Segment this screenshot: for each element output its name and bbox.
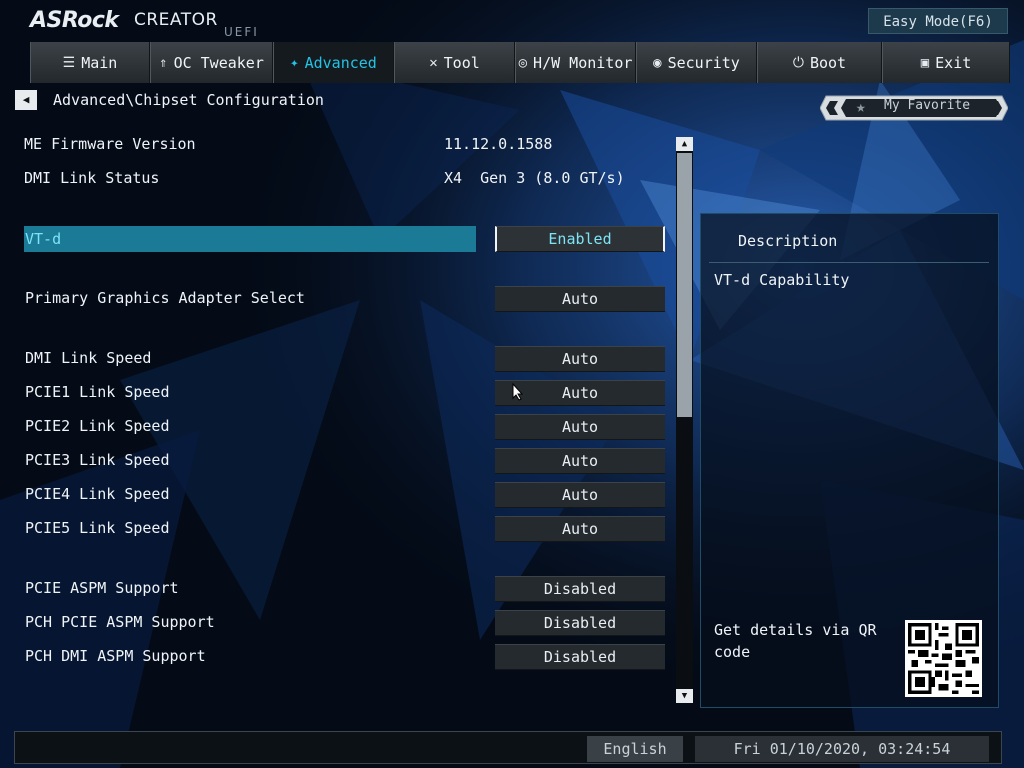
info-value: 11.12.0.1588 xyxy=(444,135,553,153)
setting-label[interactable]: PCH DMI ASPM Support xyxy=(25,647,206,665)
tab-label: Security xyxy=(667,53,740,72)
rocket-icon: ⇑ xyxy=(159,54,168,71)
scrollbar[interactable]: ▲ ▼ xyxy=(676,137,693,703)
exit-icon: ▣ xyxy=(920,54,930,71)
setting-label[interactable]: PCIE1 Link Speed xyxy=(25,383,170,401)
setting-value-button[interactable]: Auto xyxy=(495,516,665,542)
tab-exit[interactable]: ▣ Exit xyxy=(882,42,1010,83)
back-button[interactable]: ◀ xyxy=(15,90,37,110)
setting-value-button[interactable]: Auto xyxy=(495,448,665,474)
tab-advanced[interactable]: ✦ Advanced xyxy=(273,42,394,83)
setting-value-button[interactable]: Disabled xyxy=(495,644,665,670)
mouse-cursor-icon xyxy=(512,383,524,401)
tab-label: Boot xyxy=(809,53,847,72)
tab-boot[interactable]: ⏻ Boot xyxy=(757,42,882,83)
setting-label[interactable]: PCIE2 Link Speed xyxy=(25,417,170,435)
tab-security[interactable]: ◉ Security xyxy=(636,42,757,83)
scroll-up-button[interactable]: ▲ xyxy=(676,137,693,151)
qr-code-image xyxy=(905,620,982,697)
power-icon: ⏻ xyxy=(792,54,804,71)
product-name: CREATOR xyxy=(134,10,218,30)
tab-hw-monitor[interactable]: ◎ H/W Monitor xyxy=(515,42,636,83)
setting-value-button[interactable]: Auto xyxy=(495,346,665,372)
setting-value-button[interactable]: Auto xyxy=(495,414,665,440)
setting-value-button[interactable]: Disabled xyxy=(495,576,665,602)
tab-tool[interactable]: ✕ Tool xyxy=(394,42,515,83)
setting-label[interactable]: PCH PCIE ASPM Support xyxy=(25,613,215,631)
shield-icon: ◉ xyxy=(653,54,662,71)
setting-row-selected[interactable]: VT-d xyxy=(24,226,476,252)
description-text: VT-d Capability xyxy=(714,271,850,289)
qr-code-icon xyxy=(908,623,979,694)
star-icon: ✦ xyxy=(290,54,299,71)
divider xyxy=(709,262,989,263)
caret-down-icon: ▼ xyxy=(681,691,688,701)
firmware-label: UEFI xyxy=(224,25,259,39)
tab-main[interactable]: ☰ Main xyxy=(30,42,150,83)
info-value: X4 Gen 3 (8.0 GT/s) xyxy=(444,169,625,187)
setting-value-button[interactable]: Enabled xyxy=(495,226,665,252)
setting-label[interactable]: PCIE3 Link Speed xyxy=(25,451,170,469)
caret-up-icon: ▲ xyxy=(681,139,688,149)
setting-label[interactable]: PCIE5 Link Speed xyxy=(25,519,170,537)
setting-label[interactable]: PCIE ASPM Support xyxy=(25,579,179,597)
my-favorite-button[interactable]: ★ My Favorite xyxy=(820,93,1008,123)
scroll-down-button[interactable]: ▼ xyxy=(676,689,693,703)
description-panel: Description VT-d Capability Get details … xyxy=(700,213,999,708)
wrench-icon: ✕ xyxy=(429,54,438,71)
tab-label: Advanced xyxy=(304,53,377,72)
info-label: ME Firmware Version xyxy=(24,135,196,153)
tab-label: Tool xyxy=(443,53,480,72)
tab-label: H/W Monitor xyxy=(533,53,633,72)
tab-label: Exit xyxy=(935,53,972,72)
setting-value-button[interactable]: Disabled xyxy=(495,610,665,636)
language-button[interactable]: English xyxy=(587,736,683,762)
info-label: DMI Link Status xyxy=(24,169,160,187)
scrollbar-thumb[interactable] xyxy=(677,153,692,417)
description-title: Description xyxy=(738,232,838,250)
back-arrow-icon: ◀ xyxy=(22,93,30,106)
easy-mode-button[interactable]: Easy Mode(F6) xyxy=(868,8,1008,34)
list-icon: ☰ xyxy=(62,54,76,71)
tab-label: OC Tweaker xyxy=(173,53,264,72)
setting-value-button[interactable]: Auto xyxy=(495,482,665,508)
main-tab-bar: ☰ Main ⇑ OC Tweaker ✦ Advanced ✕ Tool ◎ … xyxy=(30,42,1010,83)
setting-label[interactable]: PCIE4 Link Speed xyxy=(25,485,170,503)
setting-value-button[interactable]: Auto xyxy=(495,286,665,312)
setting-label[interactable]: Primary Graphics Adapter Select xyxy=(25,289,305,307)
monitor-icon: ◎ xyxy=(518,54,528,71)
favorite-label: My Favorite xyxy=(884,98,971,113)
breadcrumb: Advanced\Chipset Configuration xyxy=(53,91,324,109)
tab-oc-tweaker[interactable]: ⇑ OC Tweaker xyxy=(150,42,273,83)
datetime-display: Fri 01/10/2020, 03:24:54 xyxy=(695,736,989,762)
header-bar: ASRock CREATOR UEFI Easy Mode(F6) xyxy=(0,0,1024,42)
setting-label[interactable]: DMI Link Speed xyxy=(25,349,151,367)
qr-caption: Get details via QR code xyxy=(714,621,877,661)
tab-label: Main xyxy=(81,53,118,72)
setting-label: VT-d xyxy=(25,230,62,248)
star-icon: ★ xyxy=(856,97,866,116)
brand-logo: ASRock xyxy=(30,8,119,33)
